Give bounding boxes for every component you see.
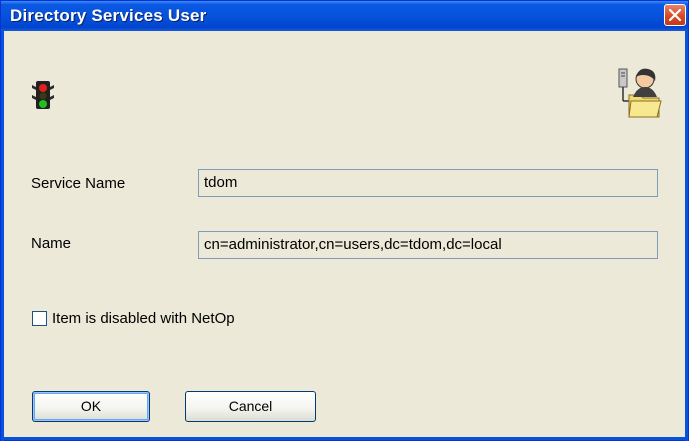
name-field[interactable]: cn=administrator,cn=users,dc=tdom,dc=loc… — [198, 231, 658, 259]
disabled-checkbox[interactable] — [32, 311, 47, 326]
service-name-field[interactable]: tdom — [198, 169, 658, 197]
name-label: Name — [31, 235, 72, 252]
directory-user-icon — [618, 68, 662, 118]
window-border-right — [685, 31, 688, 441]
window-border-bottom — [1, 437, 688, 440]
window-border-left — [1, 31, 4, 441]
disabled-checkbox-label[interactable]: Item is disabled with NetOp — [52, 310, 235, 327]
title-bar[interactable]: Directory Services User — [1, 1, 688, 31]
close-button[interactable] — [664, 4, 686, 26]
dialog-window: Directory Services User Service Name tdo… — [0, 0, 689, 441]
ok-button[interactable]: OK — [32, 391, 150, 422]
window-title: Directory Services User — [10, 6, 207, 25]
service-name-label: Service Name — [31, 175, 126, 192]
cancel-button[interactable]: Cancel — [185, 391, 316, 422]
close-icon — [669, 9, 681, 21]
traffic-light-icon — [32, 81, 54, 109]
